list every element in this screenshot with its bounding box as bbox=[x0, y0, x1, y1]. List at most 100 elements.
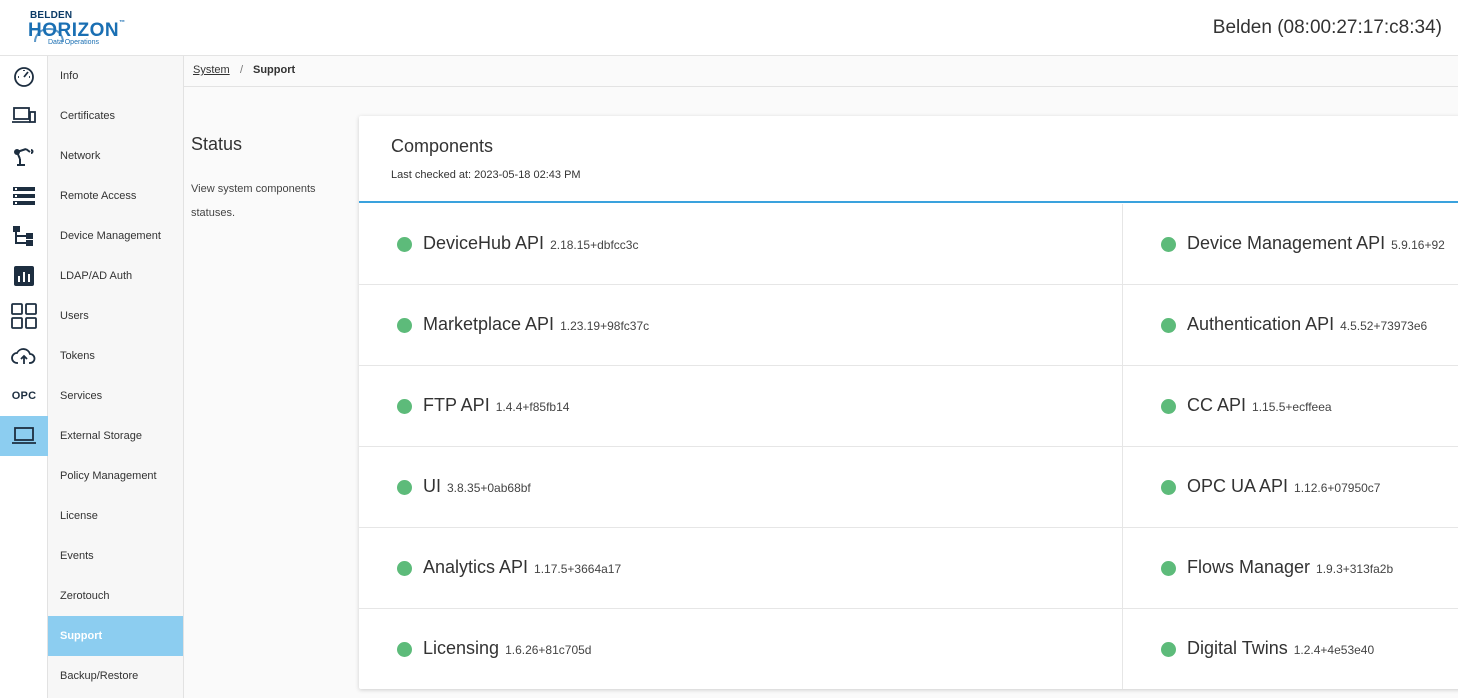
last-checked-timestamp: Last checked at: 2023-05-18 02:43 PM bbox=[391, 169, 581, 181]
component-cell: Analytics API 1.17.5+3664a17 bbox=[359, 528, 1123, 609]
component-cell: OPC UA API 1.12.6+07950c7 bbox=[1123, 447, 1458, 528]
submenu-item-backup-restore[interactable]: Backup/Restore bbox=[48, 656, 183, 696]
top-header: BELDEN HORIZON™ Data Operations Belden (… bbox=[0, 0, 1458, 56]
component-name: Flows Manager bbox=[1187, 557, 1311, 577]
component-cell: DeviceHub API 2.18.15+dbfcc3c bbox=[359, 204, 1123, 285]
status-ok-indicator bbox=[397, 561, 412, 576]
rail-analytics[interactable] bbox=[0, 256, 48, 296]
submenu-item-zerotouch[interactable]: Zerotouch bbox=[48, 576, 183, 616]
components-card-header: Components Last checked at: 2023-05-18 0… bbox=[359, 116, 1458, 203]
laptop-icon bbox=[12, 427, 36, 444]
rail-robotics[interactable] bbox=[0, 136, 48, 176]
component-name: CC API bbox=[1187, 395, 1247, 415]
breadcrumb-separator: / bbox=[240, 64, 244, 76]
rail-devices[interactable] bbox=[0, 96, 48, 136]
component-name: Device Management API bbox=[1187, 233, 1386, 253]
component-version: 1.15.5+ecffeea bbox=[1252, 400, 1332, 414]
list-icon bbox=[13, 187, 35, 205]
component-version: 1.2.4+4e53e40 bbox=[1293, 643, 1375, 657]
component-cell: UI 3.8.35+0ab68bf bbox=[359, 447, 1123, 528]
component-cell: CC API 1.15.5+ecffeea bbox=[1123, 366, 1458, 447]
submenu-item-certificates[interactable]: Certificates bbox=[48, 96, 183, 136]
component-name: Authentication API bbox=[1187, 314, 1335, 334]
dashboard-gauge-icon bbox=[14, 67, 34, 87]
submenu-item-users[interactable]: Users bbox=[48, 296, 183, 336]
submenu-item-network[interactable]: Network bbox=[48, 136, 183, 176]
submenu-item-events[interactable]: Events bbox=[48, 536, 183, 576]
status-ok-indicator bbox=[1161, 318, 1176, 333]
status-ok-indicator bbox=[397, 642, 412, 657]
section-title: Status bbox=[191, 134, 243, 154]
hierarchy-icon bbox=[13, 226, 33, 246]
components-grid: DeviceHub API 2.18.15+dbfcc3c Device Mana… bbox=[359, 204, 1458, 689]
icon-rail: OPC bbox=[0, 56, 48, 698]
component-version: 1.4.4+f85fb14 bbox=[495, 400, 570, 414]
component-name: UI bbox=[423, 476, 441, 496]
submenu-item-info[interactable]: Info bbox=[48, 56, 183, 96]
rail-dashboard[interactable] bbox=[0, 56, 48, 96]
rail-cloud[interactable] bbox=[0, 336, 48, 376]
component-version: 1.12.6+07950c7 bbox=[1294, 481, 1381, 495]
component-cell: Marketplace API 1.23.19+98fc37c bbox=[359, 285, 1123, 366]
analytics-icon bbox=[14, 266, 34, 286]
component-cell: Authentication API 4.5.52+73973e6 bbox=[1123, 285, 1458, 366]
device-identifier: Belden (08:00:27:17:c8:34) bbox=[1212, 17, 1442, 38]
status-ok-indicator bbox=[1161, 561, 1176, 576]
component-cell: FTP API 1.4.4+f85fb14 bbox=[359, 366, 1123, 447]
component-cell: Device Management API 5.9.16+92 bbox=[1123, 204, 1458, 285]
apps-grid-icon bbox=[11, 303, 37, 329]
component-version: 1.9.3+313fa2b bbox=[1316, 562, 1394, 576]
breadcrumb-system-link[interactable]: System bbox=[193, 64, 230, 76]
submenu-item-policy-management[interactable]: Policy Management bbox=[48, 456, 183, 496]
component-name: FTP API bbox=[423, 395, 490, 415]
component-version: 4.5.52+73973e6 bbox=[1340, 319, 1428, 333]
rail-hierarchy[interactable] bbox=[0, 216, 48, 256]
opc-icon: OPC bbox=[11, 390, 37, 402]
submenu-item-ldap-ad-auth[interactable]: LDAP/AD Auth bbox=[48, 256, 183, 296]
submenu-item-tokens[interactable]: Tokens bbox=[48, 336, 183, 376]
component-version: 1.23.19+98fc37c bbox=[560, 319, 650, 333]
devices-icon bbox=[12, 107, 36, 123]
component-version: 5.9.16+92 bbox=[1391, 238, 1445, 252]
component-name: DeviceHub API bbox=[423, 233, 545, 253]
submenu-item-device-management[interactable]: Device Management bbox=[48, 216, 183, 256]
component-version: 1.6.26+81c705d bbox=[505, 643, 592, 657]
section-description: View system components statuses. bbox=[191, 183, 316, 219]
rail-list[interactable] bbox=[0, 176, 48, 216]
system-submenu: Info Certificates Network Remote Access … bbox=[48, 56, 184, 698]
component-name: Licensing bbox=[423, 638, 500, 658]
rail-apps[interactable] bbox=[0, 296, 48, 336]
submenu-item-external-storage[interactable]: External Storage bbox=[48, 416, 183, 456]
component-name: Digital Twins bbox=[1187, 638, 1288, 658]
component-name: Analytics API bbox=[423, 557, 529, 577]
main-content: System / Support Status View system comp… bbox=[184, 56, 1458, 698]
component-name: Marketplace API bbox=[423, 314, 555, 334]
components-title: Components bbox=[391, 136, 494, 156]
status-ok-indicator bbox=[1161, 399, 1176, 414]
status-ok-indicator bbox=[1161, 480, 1176, 495]
submenu-item-remote-access[interactable]: Remote Access bbox=[48, 176, 183, 216]
rail-opc[interactable]: OPC bbox=[0, 376, 48, 416]
component-cell: Digital Twins 1.2.4+4e53e40 bbox=[1123, 609, 1458, 689]
submenu-item-license[interactable]: License bbox=[48, 496, 183, 536]
component-version: 2.18.15+dbfcc3c bbox=[550, 238, 639, 252]
status-ok-indicator bbox=[1161, 237, 1176, 252]
component-version: 1.17.5+3664a17 bbox=[534, 562, 622, 576]
status-ok-indicator bbox=[397, 399, 412, 414]
status-ok-indicator bbox=[397, 237, 412, 252]
component-version: 3.8.35+0ab68bf bbox=[447, 481, 531, 495]
belden-horizon-logo[interactable]: BELDEN HORIZON™ Data Operations bbox=[28, 10, 125, 48]
component-cell: Flows Manager 1.9.3+313fa2b bbox=[1123, 528, 1458, 609]
rail-system[interactable] bbox=[0, 416, 48, 456]
logo-tagline: Data Operations bbox=[48, 39, 99, 46]
component-cell: Licensing 1.6.26+81c705d bbox=[359, 609, 1123, 689]
submenu-item-services[interactable]: Services bbox=[48, 376, 183, 416]
status-ok-indicator bbox=[397, 480, 412, 495]
breadcrumb: System / Support bbox=[184, 56, 1458, 87]
submenu-item-support[interactable]: Support bbox=[48, 616, 183, 656]
status-ok-indicator bbox=[1161, 642, 1176, 657]
components-card: Components Last checked at: 2023-05-18 0… bbox=[359, 116, 1458, 689]
breadcrumb-current: Support bbox=[253, 64, 296, 76]
cloud-upload-icon bbox=[11, 348, 36, 364]
component-name: OPC UA API bbox=[1187, 476, 1289, 496]
